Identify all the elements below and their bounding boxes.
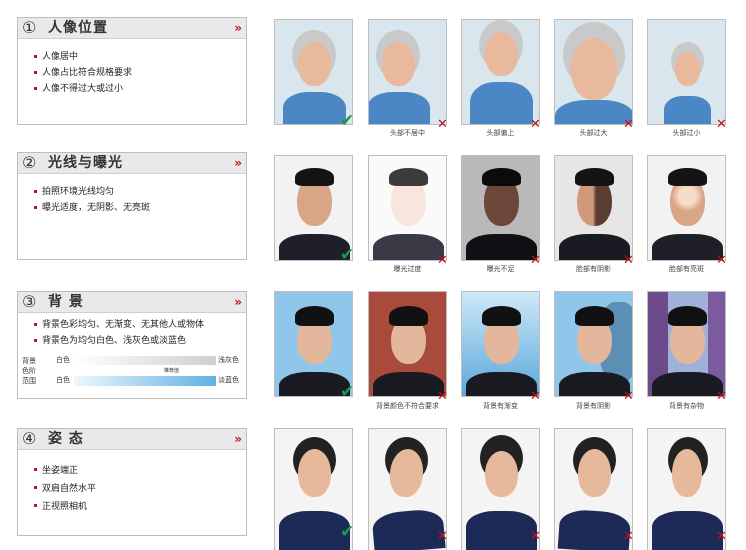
cross-icon: ✕ (716, 117, 727, 132)
photo-caption: 脸部有阴影 (576, 265, 611, 273)
photo-caption: 背景颜色不符合要求 (376, 402, 439, 410)
photo-caption: 头部过小 (672, 129, 701, 137)
bullet-item: 正视照相机 (34, 498, 246, 516)
cross-icon: ✕ (530, 389, 541, 404)
bullet-item: 人像不得过大或过小 (34, 81, 246, 97)
section-number: ① (22, 18, 37, 37)
bullet-item: 曝光适度，无阴影、无亮斑 (34, 200, 246, 216)
portrait-photo (554, 155, 633, 261)
panel-header: ① 人像位置 » (18, 18, 246, 39)
cross-icon: ✕ (437, 389, 448, 404)
portrait-photo (647, 155, 726, 261)
bullet-item: 人像居中 (34, 49, 246, 65)
check-icon: ✔ (340, 382, 355, 402)
bullet-item: 坐姿端正 (34, 462, 246, 480)
cross-icon: ✕ (437, 117, 448, 132)
portrait-photo (461, 155, 540, 261)
portrait-photo (368, 291, 447, 397)
bullet-list: 坐姿端正 双肩自然水平 正视照相机 (18, 450, 246, 516)
portrait-photo (368, 19, 447, 125)
section-title: 人像位置 (48, 20, 108, 36)
check-icon: ✔ (340, 111, 355, 131)
cross-icon: ✕ (623, 529, 634, 544)
chevron-right-icon[interactable]: » (234, 155, 242, 171)
photo-caption: 背景有渐变 (483, 402, 518, 410)
color-scale-side-label: 背景色阶范围 (22, 357, 36, 385)
portrait-photo (554, 291, 633, 397)
portrait-photo (461, 291, 540, 397)
chevron-right-icon[interactable]: » (234, 294, 242, 310)
section-number: ④ (22, 429, 37, 448)
panel-header: ② 光线与曝光 » (18, 153, 246, 174)
section-title: 姿 态 (48, 431, 84, 447)
gray-scale-bar (74, 356, 216, 365)
portrait-photo (647, 428, 726, 550)
cross-icon: ✕ (530, 253, 541, 268)
scale-right-label: 浅灰色 (218, 356, 239, 364)
cross-icon: ✕ (530, 529, 541, 544)
cross-icon: ✕ (437, 529, 448, 544)
portrait-photo (274, 19, 353, 125)
portrait-photo (461, 19, 540, 125)
info-panel: ③ 背 景 » 背景色彩均匀、无渐变、无其他人或物体 背景色为均匀白色、浅灰色或… (17, 291, 247, 399)
info-panel: ① 人像位置 » 人像居中 人像占比符合规格要求 人像不得过大或过小 (17, 17, 247, 125)
portrait-photo (461, 428, 540, 550)
photo-caption: 曝光过度 (393, 265, 422, 273)
check-icon: ✔ (340, 245, 355, 265)
section-title: 光线与曝光 (48, 155, 123, 171)
cross-icon: ✕ (623, 117, 634, 132)
cross-icon: ✕ (716, 253, 727, 268)
cross-icon: ✕ (623, 389, 634, 404)
portrait-photo (554, 19, 633, 125)
info-panel: ② 光线与曝光 » 拍照环境光线均匀 曝光适度，无阴影、无亮斑 (17, 152, 247, 260)
bullet-item: 拍照环境光线均匀 (34, 184, 246, 200)
cross-icon: ✕ (437, 253, 448, 268)
section-number: ② (22, 153, 37, 172)
scale-left-label: 白色 (56, 356, 70, 364)
bullet-item: 人像占比符合规格要求 (34, 65, 246, 81)
check-icon: ✔ (340, 522, 355, 542)
portrait-photo (554, 428, 633, 550)
chevron-right-icon[interactable]: » (234, 20, 242, 36)
info-panel: ④ 姿 态 » 坐姿端正 双肩自然水平 正视照相机 (17, 428, 247, 536)
recommended-note: 推荐值 (164, 368, 180, 374)
scale-right-label: 淡蓝色 (218, 376, 239, 384)
cross-icon: ✕ (623, 253, 634, 268)
panel-header: ④ 姿 态 » (18, 429, 246, 450)
bullet-item: 双肩自然水平 (34, 480, 246, 498)
photo-caption: 背景有杂物 (669, 402, 704, 410)
section-number: ③ (22, 292, 37, 311)
bullet-list: 拍照环境光线均匀 曝光适度，无阴影、无亮斑 (18, 174, 246, 216)
panel-header: ③ 背 景 » (18, 292, 246, 313)
portrait-photo (368, 428, 447, 550)
bullet-list: 背景色彩均匀、无渐变、无其他人或物体 背景色为均匀白色、浅灰色或淡蓝色 (18, 313, 246, 349)
scale-left-label: 白色 (56, 376, 70, 384)
photo-caption: 头部偏上 (486, 129, 515, 137)
bullet-item: 背景色彩均匀、无渐变、无其他人或物体 (34, 317, 246, 333)
photo-caption: 头部不居中 (390, 129, 425, 137)
chevron-right-icon[interactable]: » (234, 431, 242, 447)
photo-caption: 曝光不足 (486, 265, 515, 273)
portrait-photo (647, 291, 726, 397)
portrait-photo (647, 19, 726, 125)
photo-caption: 背景有阴影 (576, 402, 611, 410)
cross-icon: ✕ (530, 117, 541, 132)
cross-icon: ✕ (716, 389, 727, 404)
bullet-list: 人像居中 人像占比符合规格要求 人像不得过大或过小 (18, 39, 246, 97)
portrait-photo (368, 155, 447, 261)
bullet-item: 背景色为均匀白色、浅灰色或淡蓝色 (34, 333, 246, 349)
blue-scale-bar (74, 376, 216, 386)
photo-caption: 头部过大 (579, 129, 608, 137)
photo-caption: 脸部有亮斑 (669, 265, 704, 273)
section-title: 背 景 (48, 294, 84, 310)
cross-icon: ✕ (716, 529, 727, 544)
